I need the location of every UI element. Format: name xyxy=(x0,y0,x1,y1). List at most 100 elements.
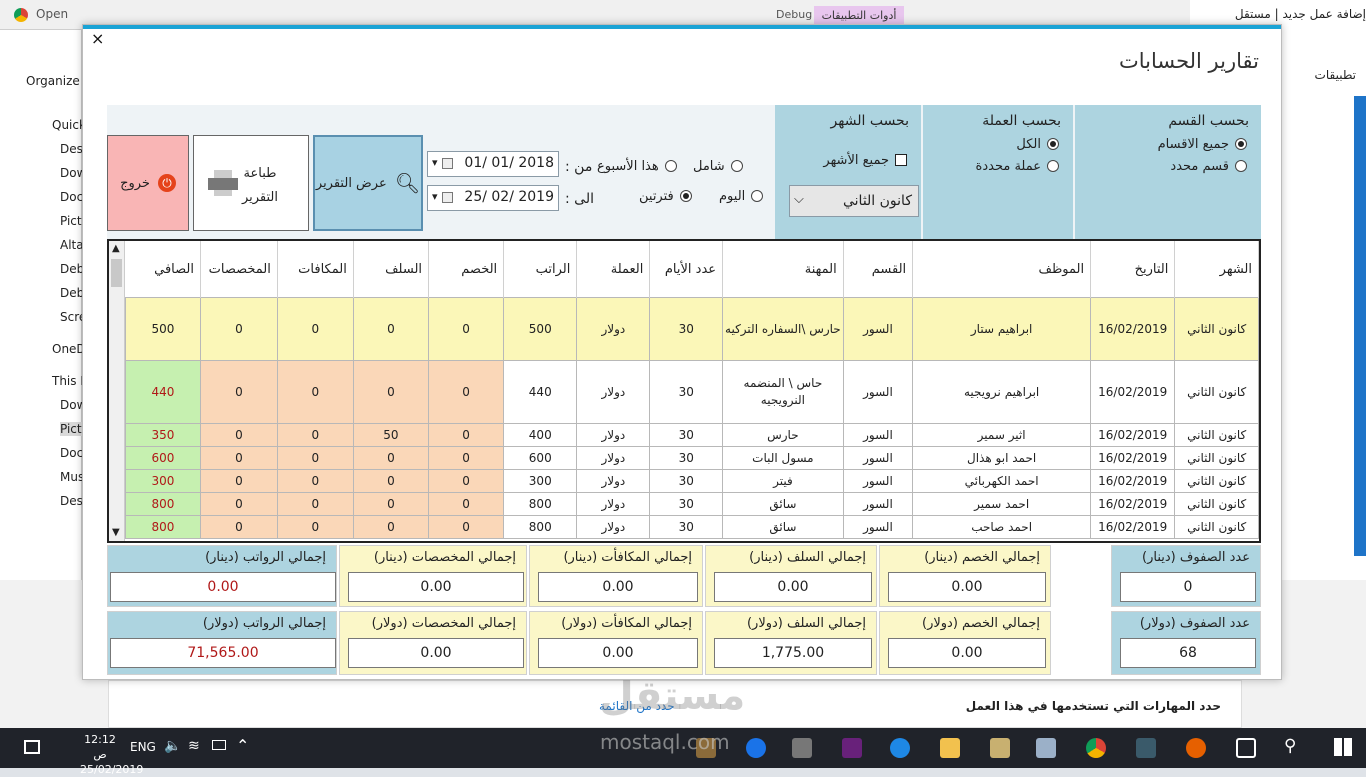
table-row[interactable]: كانون الثاني 16/02/2019 احمد صاحب السور سائق… xyxy=(125,515,1259,539)
volume-icon[interactable]: 🔈 xyxy=(164,738,181,754)
teamviewer-icon[interactable] xyxy=(746,738,766,758)
total-advances-dinar-field[interactable]: 0.00 xyxy=(714,572,872,602)
table-row[interactable]: كانون الثاني 16/02/2019 احمد الكهربائي السو… xyxy=(125,469,1259,493)
to-date-picker[interactable]: ▾ 25/ 02/ 2019 xyxy=(427,185,559,211)
cell-bonuses[interactable]: 0 xyxy=(276,492,354,516)
cell-employee[interactable]: ابراهيم نرويجيه xyxy=(912,360,1092,424)
cell-bonuses[interactable]: 0 xyxy=(276,515,354,539)
scroll-thumb[interactable] xyxy=(111,259,122,287)
radio-two-periods[interactable]: فترتين xyxy=(639,187,692,205)
cell-advances[interactable]: 0 xyxy=(352,297,430,361)
table-row[interactable]: كانون الثاني 16/02/2019 احمد سمير السور سائق… xyxy=(125,492,1259,516)
cell-allowances[interactable]: 0 xyxy=(199,469,278,493)
cell-salary[interactable]: 800 xyxy=(503,492,578,516)
cell-discount[interactable]: 0 xyxy=(428,297,505,361)
table-row[interactable]: كانون الثاني 16/02/2019 ابراهيم ستار السور ح… xyxy=(125,297,1259,361)
cell-discount[interactable]: 0 xyxy=(428,515,505,539)
col-salary-header[interactable]: الراتب xyxy=(503,241,578,298)
cell-allowances[interactable]: 0 xyxy=(199,360,278,424)
cell-bonuses[interactable]: 0 xyxy=(276,423,354,447)
total-salaries-dollar-field[interactable]: 71,565.00 xyxy=(110,638,336,668)
total-bonuses-dinar-field[interactable]: 0.00 xyxy=(538,572,698,602)
rows-count-dollar-field[interactable]: 68 xyxy=(1120,638,1256,668)
cell-net[interactable]: 300 xyxy=(125,469,201,493)
chevron-down-icon[interactable]: ▾ xyxy=(432,190,438,203)
cell-currency[interactable]: دولار xyxy=(576,492,651,516)
nav-item[interactable]: Deb xyxy=(60,262,84,276)
cell-advances[interactable]: 0 xyxy=(352,360,430,424)
cell-discount[interactable]: 0 xyxy=(428,423,505,447)
windows-start-icon[interactable] xyxy=(1334,738,1352,756)
cell-job[interactable]: مسول البات xyxy=(722,446,844,470)
action-center-icon[interactable] xyxy=(24,740,40,754)
cell-discount[interactable]: 0 xyxy=(428,492,505,516)
cell-net[interactable]: 500 xyxy=(125,297,201,361)
radio-button[interactable] xyxy=(751,190,764,202)
total-bonuses-dollar-field[interactable]: 0.00 xyxy=(538,638,698,668)
cell-net[interactable]: 350 xyxy=(125,423,201,447)
col-days-header[interactable]: عدد الأيام xyxy=(649,241,724,298)
cell-section[interactable]: السور xyxy=(842,446,914,470)
cell-salary[interactable]: 800 xyxy=(503,515,578,539)
radio-today[interactable]: اليوم xyxy=(719,187,764,205)
cell-days[interactable]: 30 xyxy=(649,423,724,447)
cell-section[interactable]: السور xyxy=(842,423,914,447)
cell-allowances[interactable]: 0 xyxy=(199,515,278,539)
radio-specific-section[interactable]: قسم محدد xyxy=(1170,157,1247,175)
report-grid[interactable]: ▲ ▼ الشهر التاريخ الموظف القسم المهنة عد… xyxy=(107,239,1261,543)
cell-net[interactable]: 600 xyxy=(125,446,201,470)
database-icon[interactable] xyxy=(792,738,812,758)
visual-studio-icon[interactable] xyxy=(842,738,862,758)
radio-button[interactable] xyxy=(1235,138,1247,150)
calendar-icon[interactable] xyxy=(442,192,453,203)
nav-item[interactable]: Quick xyxy=(52,118,86,132)
cell-section[interactable]: السور xyxy=(842,297,914,361)
radio-button[interactable] xyxy=(1235,160,1247,172)
cell-section[interactable]: السور xyxy=(842,360,914,424)
cell-month[interactable]: كانون الثاني xyxy=(1174,492,1259,516)
col-employee-header[interactable]: الموظف xyxy=(912,241,1092,298)
cell-days[interactable]: 30 xyxy=(649,446,724,470)
cell-employee[interactable]: احمد سمير xyxy=(912,492,1092,516)
edge-icon[interactable] xyxy=(890,738,910,758)
cell-currency[interactable]: دولار xyxy=(576,446,651,470)
cell-date[interactable]: 16/02/2019 xyxy=(1090,515,1176,539)
radio-button[interactable] xyxy=(730,160,743,172)
cell-days[interactable]: 30 xyxy=(649,492,724,516)
cell-currency[interactable]: دولار xyxy=(576,469,651,493)
cell-currency[interactable]: دولار xyxy=(576,515,651,539)
radio-button[interactable] xyxy=(664,160,677,172)
cell-month[interactable]: كانون الثاني xyxy=(1174,423,1259,447)
calendar-icon[interactable] xyxy=(442,158,453,169)
col-bonuses-header[interactable]: المكافات xyxy=(277,241,354,298)
app-icon[interactable] xyxy=(1136,738,1156,758)
radio-button[interactable] xyxy=(1047,160,1059,172)
taskbar-clock[interactable]: 12:12 ص 25/02/2019 xyxy=(80,732,143,777)
search-icon[interactable]: ⚲ xyxy=(1284,736,1296,756)
checkbox[interactable] xyxy=(895,154,907,166)
firefox-icon[interactable] xyxy=(1186,738,1206,758)
nav-item[interactable]: Mus xyxy=(60,470,84,484)
table-row[interactable]: كانون الثاني 16/02/2019 اثير سمير السور حارس… xyxy=(125,423,1259,447)
cell-employee[interactable]: احمد الكهربائي xyxy=(912,469,1092,493)
month-select[interactable]: كانون الثاني ⌵ xyxy=(789,185,919,217)
nav-item[interactable]: Pict xyxy=(60,422,82,436)
organize-menu[interactable]: Organize xyxy=(26,74,80,88)
cell-days[interactable]: 30 xyxy=(649,360,724,424)
cell-currency[interactable]: دولار xyxy=(576,360,651,424)
cell-employee[interactable]: احمد صاحب xyxy=(912,515,1092,539)
radio-inclusive[interactable]: شامل xyxy=(693,157,743,175)
cell-currency[interactable]: دولار xyxy=(576,297,651,361)
cell-employee[interactable]: اثير سمير xyxy=(912,423,1092,447)
total-salaries-dinar-field[interactable]: 0.00 xyxy=(110,572,336,602)
cell-section[interactable]: السور xyxy=(842,492,914,516)
monitor-icon[interactable] xyxy=(1036,738,1056,758)
col-advances-header[interactable]: السلف xyxy=(353,241,430,298)
cell-days[interactable]: 30 xyxy=(649,515,724,539)
col-section-header[interactable]: القسم xyxy=(843,241,914,298)
total-allowances-dinar-field[interactable]: 0.00 xyxy=(348,572,524,602)
radio-this-week[interactable]: هذا الأسبوع xyxy=(597,157,677,175)
task-view-icon[interactable] xyxy=(1236,738,1256,758)
browser-tab-open[interactable]: Open xyxy=(8,4,108,26)
col-month-header[interactable]: الشهر xyxy=(1174,241,1259,298)
